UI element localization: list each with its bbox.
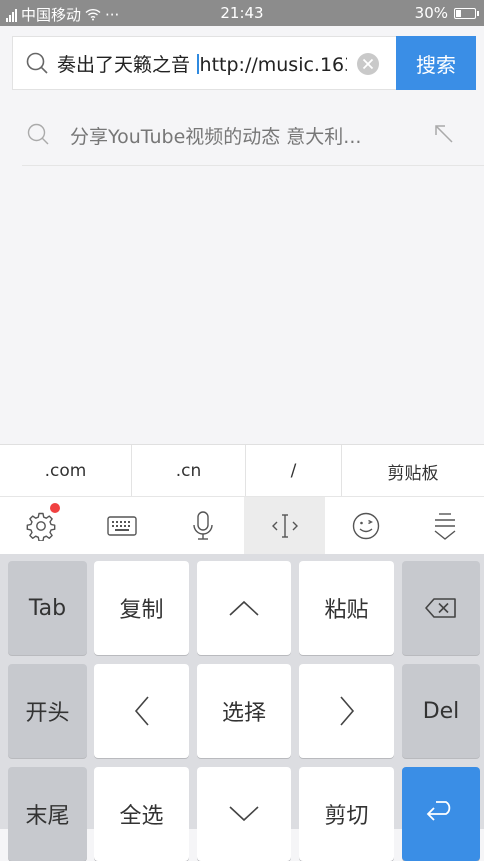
status-bar: 中国移动 ··· 21:43 30%	[0, 0, 484, 26]
emoji-button[interactable]	[325, 497, 406, 555]
down-key[interactable]	[197, 767, 291, 861]
search-icon	[26, 52, 48, 74]
edit-keyboard: Tab 复制 粘贴 开头 选择 Del 末尾 全选 剪切	[0, 554, 484, 861]
fill-arrow-icon[interactable]	[432, 122, 456, 146]
clock: 21:43	[220, 4, 264, 22]
text-cursor	[197, 53, 199, 74]
right-key[interactable]	[299, 664, 394, 758]
search-button[interactable]: 搜索	[396, 36, 476, 90]
enter-icon	[426, 801, 451, 821]
chevron-up-icon	[229, 600, 259, 616]
notification-dot	[50, 503, 60, 513]
paste-key[interactable]: 粘贴	[299, 561, 394, 655]
cut-key[interactable]: 剪切	[299, 767, 394, 861]
left-key[interactable]	[94, 664, 189, 758]
battery-icon	[454, 7, 479, 19]
quick-insert-bar: .com .cn / 剪贴板	[0, 444, 484, 497]
settings-button[interactable]	[0, 497, 81, 555]
insert-dot-com[interactable]: .com	[0, 445, 131, 497]
gear-icon	[26, 512, 55, 541]
cursor-move-icon	[271, 514, 298, 538]
voice-input-button[interactable]	[162, 497, 243, 555]
search-query-after-cursor: http://music.163.c	[199, 53, 347, 76]
chevron-left-icon	[134, 696, 149, 726]
line-end-key[interactable]: 末尾	[8, 767, 87, 861]
copy-key[interactable]: 复制	[94, 561, 189, 655]
cursor-move-button[interactable]	[244, 497, 325, 555]
backspace-key[interactable]	[402, 561, 480, 655]
search-header: 奏出了天籁之音 http://music.163.c 搜索	[0, 26, 484, 102]
select-key[interactable]: 选择	[197, 664, 291, 758]
clear-icon[interactable]	[356, 52, 380, 76]
search-query-before-cursor: 奏出了天籁之音	[57, 53, 197, 76]
clipboard-button[interactable]: 剪贴板	[342, 445, 484, 497]
chevron-right-icon	[339, 696, 354, 726]
collapse-keyboard-button[interactable]	[406, 497, 484, 555]
battery-percent: 30%	[414, 4, 448, 22]
chevron-down-icon	[229, 806, 259, 822]
insert-slash[interactable]: /	[246, 445, 341, 497]
suggestion-text: 分享YouTube视频的动态 意大利...	[70, 126, 362, 148]
delete-key[interactable]: Del	[402, 664, 480, 758]
microphone-icon	[192, 511, 213, 540]
collapse-keyboard-icon	[434, 513, 456, 540]
search-icon	[27, 123, 49, 145]
search-query[interactable]: 奏出了天籁之音 http://music.163.c	[57, 50, 347, 77]
tab-key[interactable]: Tab	[8, 561, 87, 655]
search-input[interactable]: 奏出了天籁之音 http://music.163.c	[12, 36, 396, 90]
keyboard-switch-button[interactable]	[81, 497, 162, 555]
up-key[interactable]	[197, 561, 291, 655]
emoji-icon	[352, 512, 379, 540]
keyboard-toolbar	[0, 496, 484, 555]
backspace-icon	[425, 598, 456, 618]
keyboard-icon	[106, 516, 137, 536]
select-all-key[interactable]: 全选	[94, 767, 189, 861]
line-start-key[interactable]: 开头	[8, 664, 87, 758]
suggestion-item[interactable]: 分享YouTube视频的动态 意大利...	[22, 102, 484, 166]
enter-key[interactable]	[402, 767, 480, 861]
status-right: 30%	[414, 4, 479, 22]
insert-dot-cn[interactable]: .cn	[132, 445, 245, 497]
